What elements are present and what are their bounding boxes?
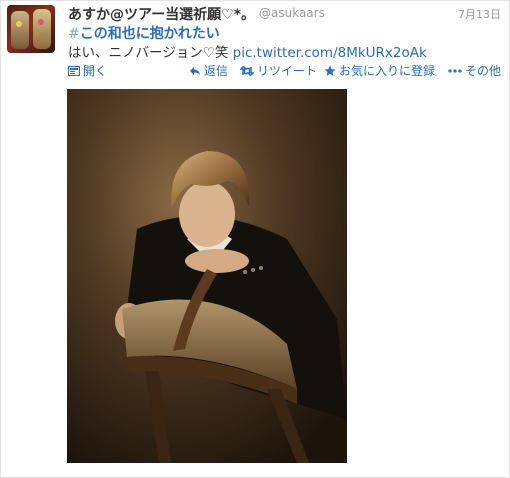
tweet-actions: 開く 返信 リツイート お気に入りに登録 その他 <box>68 62 504 78</box>
reply-label: 返信 <box>204 64 229 78</box>
author-handle[interactable]: @asukaars <box>259 6 325 20</box>
reply-icon <box>190 66 200 75</box>
tweet-card[interactable]: あすか@ツアー当選祈願♡*。 @asukaars 7月13日 #この和也に抱かれ… <box>0 0 510 478</box>
hashtag-text: この和也に抱かれたい <box>79 26 220 42</box>
retweet-label: リツイート <box>257 64 318 78</box>
open-button[interactable]: 開く <box>68 62 107 79</box>
favorite-star-icon <box>324 65 336 76</box>
favorite-label: お気に入りに登録 <box>339 64 436 78</box>
open-label: 開く <box>83 64 108 78</box>
reply-button[interactable]: 返信 <box>189 62 228 79</box>
hashtag-symbol: # <box>68 26 80 42</box>
retweet-button[interactable]: リツイート <box>240 62 317 79</box>
more-label: その他 <box>465 64 502 78</box>
tweet-text: はい、ニノバージョン♡笑 pic.twitter.com/8MkURx2oAk <box>68 41 427 61</box>
media-link[interactable]: pic.twitter.com/8MkURx2oAk <box>233 45 427 61</box>
favorite-button[interactable]: お気に入りに登録 <box>324 62 435 79</box>
retweet-icon <box>240 65 254 76</box>
open-icon <box>68 65 80 76</box>
author-name[interactable]: あすか@ツアー当選祈願♡*。 <box>68 4 255 24</box>
tweet-body: はい、ニノバージョン♡笑 <box>68 45 233 61</box>
photo-image <box>67 89 347 463</box>
tweet-photo[interactable] <box>67 89 347 463</box>
user-avatar[interactable] <box>7 5 55 53</box>
more-button[interactable]: その他 <box>448 62 501 79</box>
tweet-date[interactable]: 7月13日 <box>458 6 501 22</box>
more-dots-icon <box>448 68 462 73</box>
hashtag-link[interactable]: #この和也に抱かれたい <box>68 23 220 43</box>
